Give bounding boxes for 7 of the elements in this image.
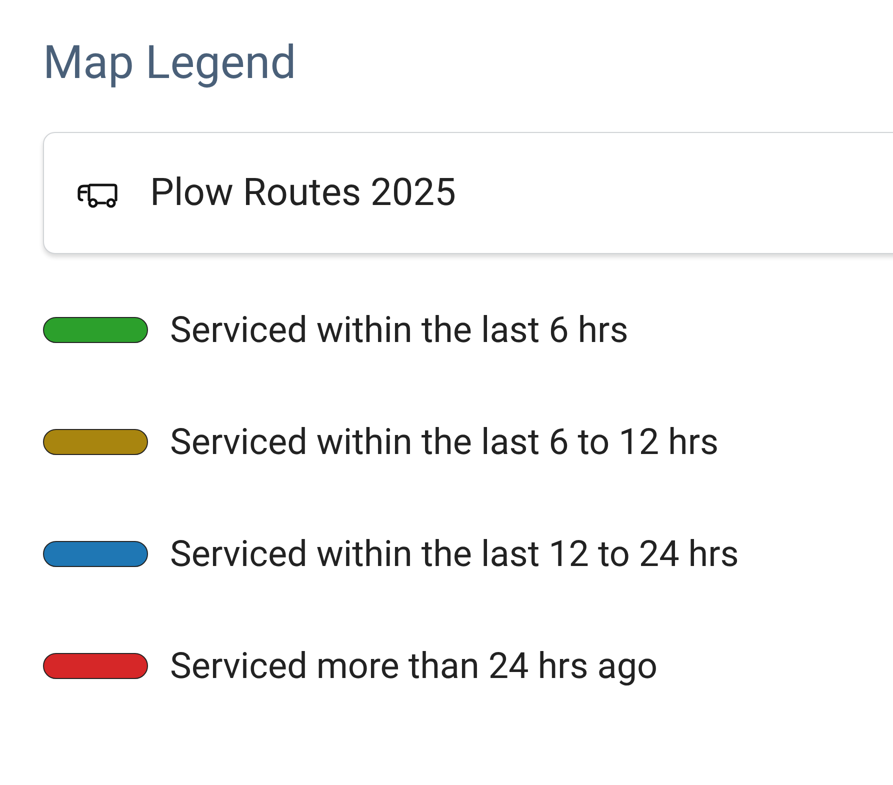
legend-label: Serviced within the last 6 to 12 hrs <box>170 421 719 463</box>
legend-title: Map Legend <box>43 35 298 92</box>
legend-label: Serviced within the last 12 to 24 hrs <box>170 533 739 575</box>
legend-label: Serviced within the last 6 hrs <box>170 309 628 351</box>
layer-card[interactable]: Plow Routes 2025 <box>43 132 893 254</box>
layer-name: Plow Routes 2025 <box>150 171 456 215</box>
legend-label: Serviced more than 24 hrs ago <box>170 645 658 687</box>
